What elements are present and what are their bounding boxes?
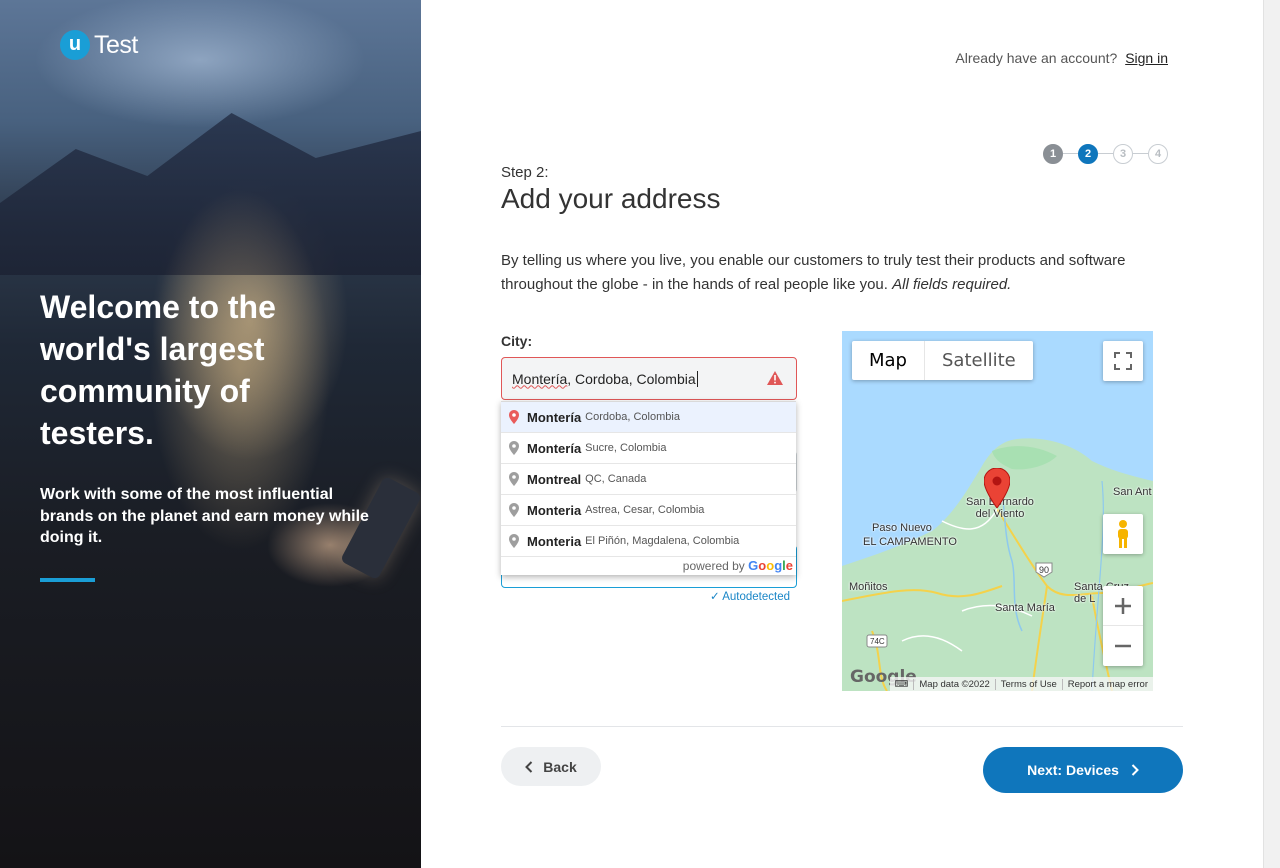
google-letter: o [766, 558, 775, 573]
keyboard-shortcuts-icon[interactable]: ⌨ [890, 679, 914, 690]
fullscreen-button[interactable] [1103, 341, 1143, 381]
intro-text: By telling us where you live, you enable… [501, 249, 1171, 297]
google-letter: G [748, 558, 759, 573]
suggestion-main: Monteria [527, 502, 582, 518]
map-pin-icon [509, 472, 519, 486]
intro-required-note: All fields required. [892, 276, 1012, 293]
suggestion-item[interactable]: Montería Cordoba, Colombia [501, 402, 796, 433]
route-90-label: 90 [1039, 565, 1050, 575]
map-label-el-campamento: EL CAMPAMENTO [863, 536, 957, 548]
map-pin-icon [509, 441, 519, 455]
city-suggestions-dropdown: Montería Cordoba, Colombia Montería Sucr… [501, 401, 796, 575]
step-3: 3 [1113, 144, 1133, 164]
page-title: Add your address [501, 183, 721, 214]
powered-by-google: powered by Google [501, 557, 796, 575]
street-view-button[interactable] [1103, 514, 1143, 554]
map-label-monitos: Moñitos [849, 581, 888, 593]
hero-subtitle: Work with some of the most influential b… [40, 486, 369, 546]
autodetected-label: Autodetected [722, 591, 790, 603]
suggestion-main: Montería [527, 440, 582, 456]
sign-in-link[interactable]: Sign in [1125, 50, 1168, 66]
map-type-satellite-button[interactable]: Satellite [925, 341, 1033, 380]
stepper-connector [1063, 153, 1078, 154]
autodetected-note: ✓ Autodetected [710, 589, 790, 603]
step-4: 4 [1148, 144, 1168, 164]
map-label-paso-nuevo: Paso Nuevo [872, 522, 932, 534]
chevron-right-icon [1131, 764, 1139, 776]
suggestion-item[interactable]: Monteria Astrea, Cesar, Colombia [501, 495, 796, 526]
account-prompt: Already have an account? Sign in [955, 50, 1168, 66]
map-report-link[interactable]: Report a map error [1061, 678, 1153, 690]
map-type-control: Map Satellite [852, 341, 1033, 380]
zoom-in-button[interactable] [1103, 586, 1143, 626]
back-button-label: Back [543, 758, 577, 775]
page-scrollbar[interactable] [1263, 0, 1280, 868]
text-caret [696, 370, 698, 387]
suggestion-secondary: Sucre, Colombia [585, 442, 667, 454]
map-pin-icon [509, 410, 519, 424]
route-74c-badge: 74C [866, 634, 888, 648]
map-marker-icon[interactable] [984, 468, 1010, 508]
hero-accent-bar [40, 578, 95, 582]
route-90-badge: 90 [1035, 562, 1053, 578]
google-wordmark: Google [748, 558, 793, 573]
form-divider [501, 726, 1183, 727]
stepper-connector [1133, 153, 1148, 154]
suggestion-secondary: Cordoba, Colombia [585, 411, 680, 423]
map-label-santa-maria: Santa María [995, 602, 1055, 614]
logo-text: Test [94, 30, 138, 59]
map-attribution: ⌨ Map data ©2022 Terms of Use Report a m… [889, 677, 1153, 691]
city-input-value-main: Montería [512, 370, 568, 387]
account-prompt-text: Already have an account? [955, 50, 1118, 66]
suggestion-main: Montería [527, 409, 582, 425]
check-icon: ✓ [710, 591, 720, 603]
city-input-value-rest: , Cordoba, Colombia [567, 370, 696, 387]
city-label: City: [501, 333, 533, 349]
map-data-credit: Map data ©2022 [913, 678, 994, 690]
map-pin-icon [509, 534, 519, 548]
suggestion-item[interactable]: Montreal QC, Canada [501, 464, 796, 495]
progress-stepper: 1 2 3 4 [1043, 144, 1168, 164]
location-map[interactable]: 90 74C San Bernardo del Viento San Ant P… [842, 331, 1153, 691]
warning-icon [767, 371, 783, 385]
stepper-connector [1098, 153, 1113, 154]
zoom-control [1103, 586, 1143, 666]
zoom-out-button[interactable] [1103, 626, 1143, 666]
suggestion-secondary: QC, Canada [585, 473, 647, 485]
google-letter: g [774, 558, 783, 573]
suggestion-main: Monteria [527, 533, 582, 549]
google-letter: e [785, 558, 793, 573]
intro-body: By telling us where you live, you enable… [501, 252, 1126, 293]
hero-title: Welcome to the world's largest community… [40, 289, 276, 451]
step-1: 1 [1043, 144, 1063, 164]
minus-icon [1115, 644, 1131, 648]
plus-icon [1115, 597, 1131, 614]
hero-panel: u Test Welcome to the world's largest co… [0, 0, 421, 868]
suggestion-item[interactable]: Monteria El Piñón, Magdalena, Colombia [501, 526, 796, 557]
suggestion-item[interactable]: Montería Sucre, Colombia [501, 433, 796, 464]
route-74c-label: 74C [870, 637, 885, 646]
suggestion-secondary: Astrea, Cesar, Colombia [585, 504, 705, 516]
chevron-left-icon [525, 760, 533, 773]
map-pin-icon [509, 503, 519, 517]
next-devices-button[interactable]: Next: Devices [983, 747, 1183, 793]
map-terms-link[interactable]: Terms of Use [994, 678, 1062, 690]
next-button-label: Next: Devices [1027, 762, 1119, 778]
suggestion-secondary: El Piñón, Magdalena, Colombia [585, 535, 740, 547]
back-button[interactable]: Back [501, 747, 601, 786]
utest-logo[interactable]: u Test [60, 30, 138, 60]
pegman-icon [1118, 520, 1128, 548]
city-input[interactable]: Montería, Cordoba, Colombia [501, 357, 797, 400]
powered-by-text: powered by [682, 559, 745, 573]
step-label: Step 2: [501, 164, 549, 181]
fullscreen-icon [1114, 352, 1132, 370]
map-label-san-antero: San Ant [1113, 486, 1152, 498]
map-type-map-button[interactable]: Map [852, 341, 925, 380]
logo-mark: u [60, 30, 90, 60]
suggestion-main: Montreal [527, 471, 582, 487]
step-2: 2 [1078, 144, 1098, 164]
